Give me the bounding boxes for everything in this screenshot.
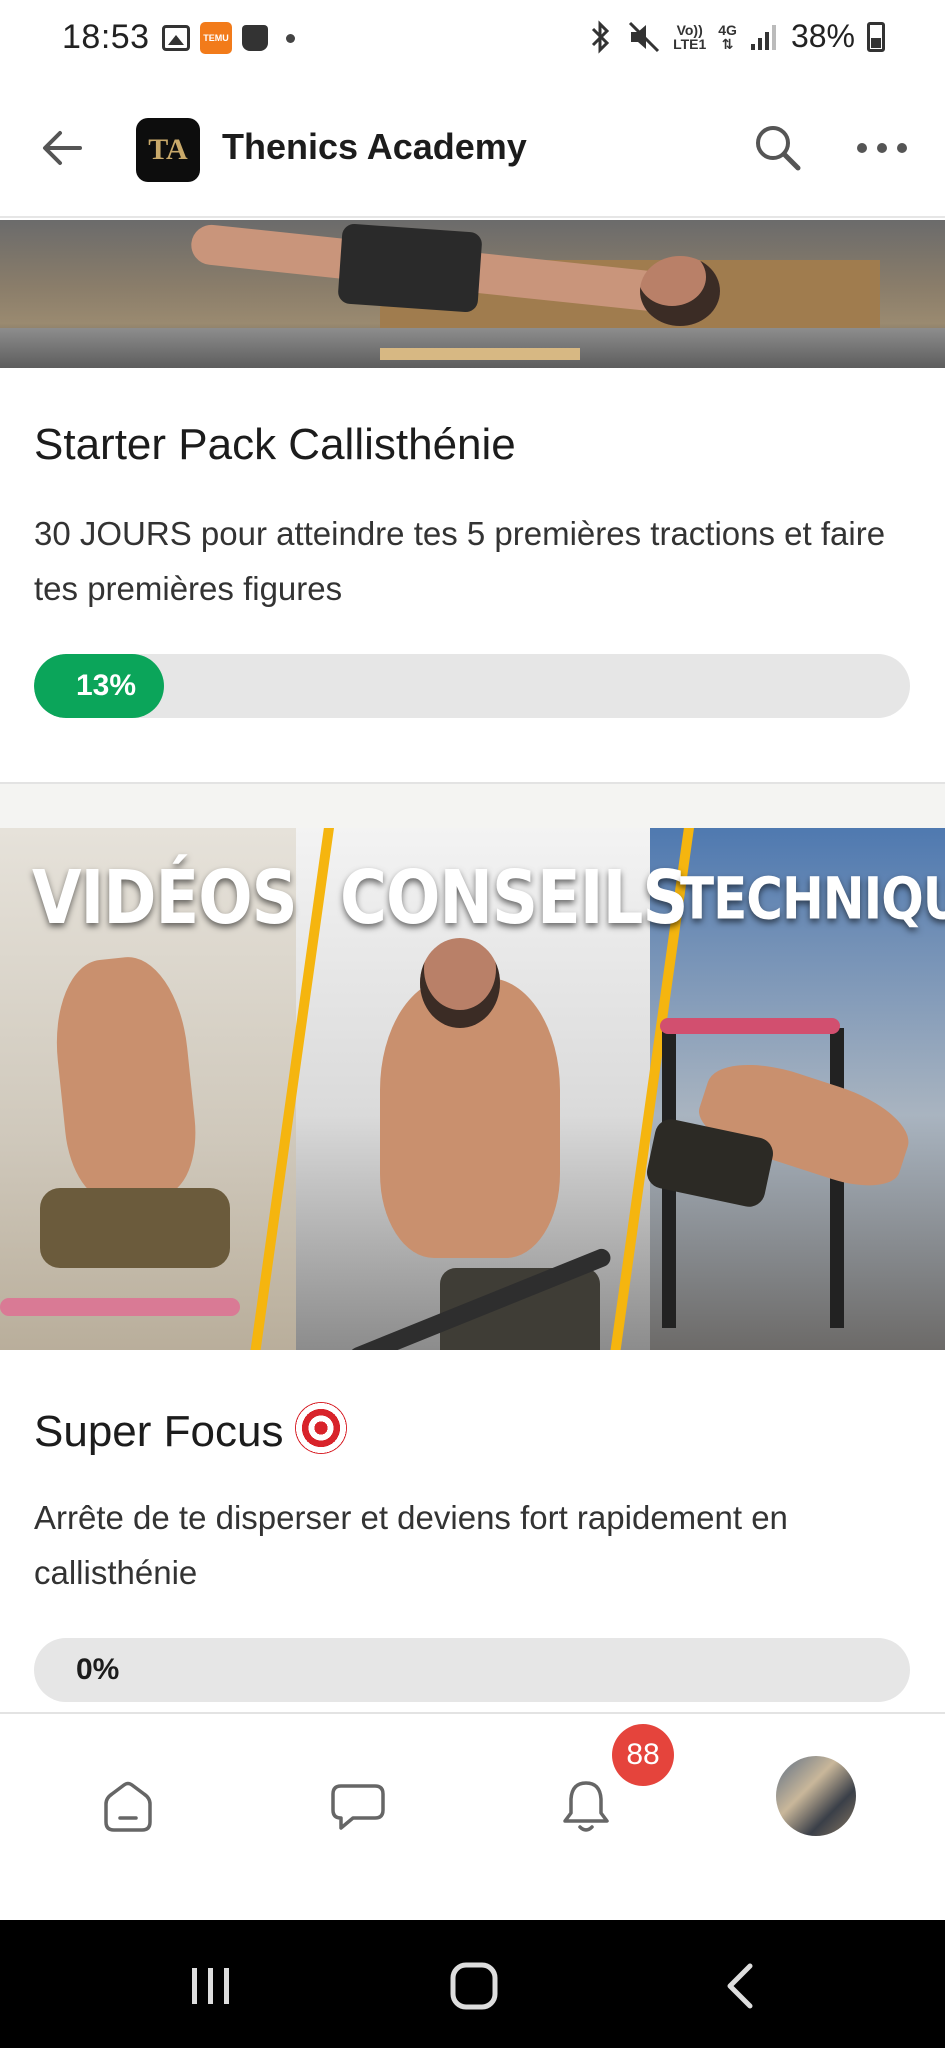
home-icon: [104, 1781, 152, 1832]
course-title[interactable]: Super Focus: [34, 1402, 348, 1457]
profile-avatar[interactable]: [776, 1756, 856, 1836]
course-description: 30 JOURS pour atteindre tes 5 premières …: [34, 515, 886, 607]
shopping-bag-icon: [242, 25, 268, 51]
banner-word-technique: TECHNIQUE: [680, 865, 945, 933]
direct-hit-icon: [295, 1402, 348, 1454]
progress-percent: 13%: [76, 669, 137, 702]
card-divider: [0, 782, 945, 828]
nav-notifications-button[interactable]: [546, 1766, 626, 1846]
chat-icon: [331, 1784, 385, 1830]
course-thumbnail-starter-pack[interactable]: [0, 220, 945, 368]
battery-percent: 38%: [790, 18, 855, 54]
course-title-text: Super Focus: [34, 1407, 284, 1456]
course-description: Arrête de te disperser et deviens fort r…: [34, 1499, 788, 1591]
course-progress-bar: 0%: [34, 1638, 910, 1702]
temu-icon: TEMU: [200, 22, 232, 54]
volte-indicator: Vo)) LTE1: [673, 21, 707, 52]
back-arrow-icon[interactable]: [36, 120, 92, 176]
search-icon[interactable]: [748, 118, 808, 178]
data-type-indicator: 4G ⇅: [718, 21, 737, 52]
notification-count-badge: 88: [612, 1724, 674, 1786]
system-navigation-bar: [0, 1920, 945, 2048]
app-logo: TA: [136, 118, 200, 182]
course-thumbnail-super-focus[interactable]: VIDÉOS CONSEILS TECHNIQUE: [0, 828, 945, 1350]
system-home-icon[interactable]: [444, 1958, 504, 2014]
banner-word-conseils: CONSEILS: [340, 856, 688, 942]
bluetooth-icon: [592, 19, 610, 54]
battery-icon: [867, 21, 885, 52]
app-title: Thenics Academy: [222, 126, 527, 167]
notification-icons: TEMU: [162, 22, 295, 54]
banner-word-videos: VIDÉOS: [32, 856, 298, 942]
signal-icon: [750, 24, 776, 50]
status-time: 18:53: [62, 18, 150, 56]
app-header: TA Thenics Academy: [0, 78, 945, 218]
more-options-icon[interactable]: [852, 118, 912, 178]
nav-home-button[interactable]: [88, 1766, 168, 1846]
system-status-icons: Vo)) LTE1 4G ⇅ 38%: [587, 18, 885, 55]
course-list[interactable]: Starter Pack Callisthénie 30 JOURS pour …: [0, 220, 945, 1712]
mute-icon: [629, 21, 660, 52]
progress-percent: 0%: [76, 1653, 120, 1686]
status-bar: 18:53 TEMU Vo)) LTE1 4G ⇅ 38%: [0, 0, 945, 78]
bell-icon: [563, 1781, 609, 1832]
more-notifications-dot-icon: [286, 33, 295, 43]
course-title[interactable]: Starter Pack Callisthénie: [34, 420, 516, 470]
system-back-icon[interactable]: [712, 1958, 772, 2014]
recent-apps-icon[interactable]: [180, 1958, 240, 2014]
bottom-navigation: 88: [0, 1712, 945, 1920]
gallery-icon: [162, 25, 190, 51]
nav-chat-button[interactable]: [318, 1766, 398, 1846]
course-progress-bar: 13%: [34, 654, 910, 718]
